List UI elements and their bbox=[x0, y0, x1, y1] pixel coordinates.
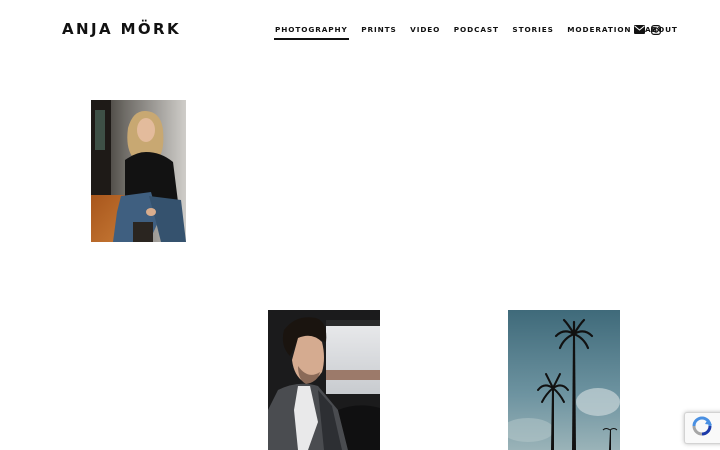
gallery-photo-portrait-man[interactable] bbox=[268, 310, 380, 450]
nav-item-podcast[interactable]: PODCAST bbox=[454, 25, 499, 35]
envelope-icon[interactable] bbox=[634, 24, 645, 35]
nav-item-prints[interactable]: PRINTS bbox=[361, 25, 396, 35]
main-nav: PHOTOGRAPHY PRINTS VIDEO PODCAST STORIES… bbox=[274, 25, 691, 40]
instagram-icon[interactable] bbox=[650, 24, 661, 35]
nav-item-moderation[interactable]: MODERATION bbox=[567, 25, 631, 35]
nav-item-video[interactable]: VIDEO bbox=[410, 25, 440, 35]
nav-item-stories[interactable]: STORIES bbox=[512, 25, 553, 35]
social-icons bbox=[634, 24, 666, 35]
nav-item-photography[interactable]: PHOTOGRAPHY bbox=[274, 25, 349, 40]
portrait-man-image bbox=[268, 310, 380, 450]
portrait-woman-image bbox=[91, 100, 186, 242]
gallery-photo-portrait-woman[interactable] bbox=[91, 100, 186, 242]
recaptcha-badge[interactable] bbox=[684, 412, 720, 444]
site-header: ANJA MÖRK PHOTOGRAPHY PRINTS VIDEO PODCA… bbox=[0, 0, 720, 60]
palm-trees-image bbox=[508, 310, 620, 450]
recaptcha-icon bbox=[691, 415, 713, 442]
site-logo[interactable]: ANJA MÖRK bbox=[62, 20, 181, 38]
gallery-photo-palm-trees[interactable] bbox=[508, 310, 620, 450]
